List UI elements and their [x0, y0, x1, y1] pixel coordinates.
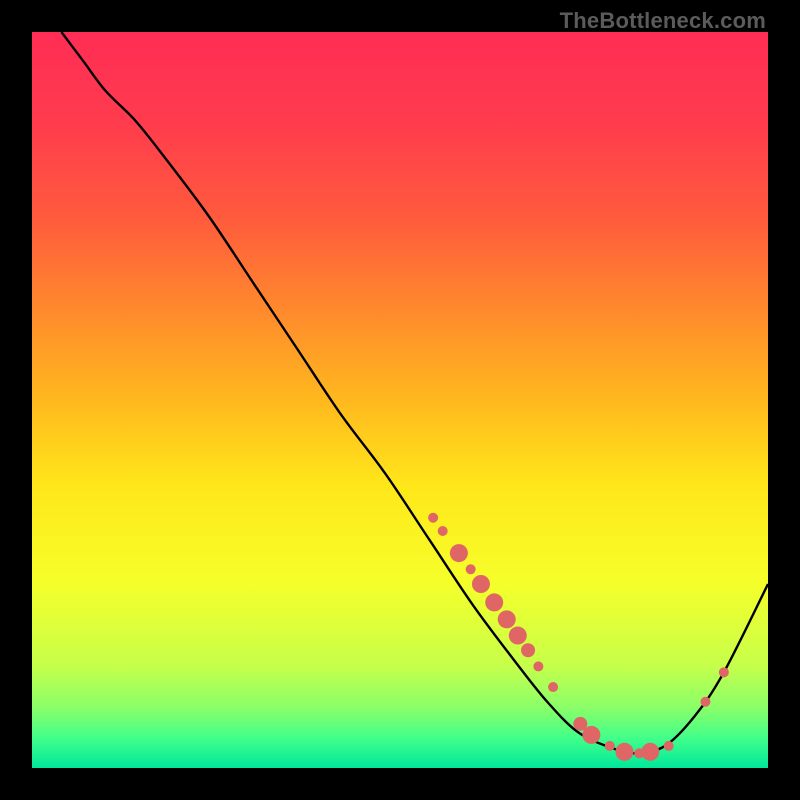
highlight-dot — [582, 726, 600, 744]
chart-svg — [32, 32, 768, 768]
highlight-dot — [450, 544, 468, 562]
highlight-dot — [485, 593, 503, 611]
highlight-dot — [498, 610, 516, 628]
highlight-dot — [719, 667, 729, 677]
highlight-dot — [605, 741, 615, 751]
chart-background — [32, 32, 768, 768]
watermark-text: TheBottleneck.com — [560, 8, 766, 34]
highlight-dot — [472, 575, 490, 593]
highlight-dot — [548, 682, 558, 692]
highlight-dot — [509, 627, 527, 645]
highlight-dot — [533, 661, 543, 671]
highlight-dot — [641, 743, 659, 761]
bottleneck-chart — [32, 32, 768, 768]
highlight-dot — [466, 564, 476, 574]
highlight-dot — [521, 643, 535, 657]
highlight-dot — [664, 741, 674, 751]
highlight-dot — [438, 526, 448, 536]
highlight-dot — [428, 513, 438, 523]
highlight-dot — [615, 743, 633, 761]
highlight-dot — [700, 697, 710, 707]
